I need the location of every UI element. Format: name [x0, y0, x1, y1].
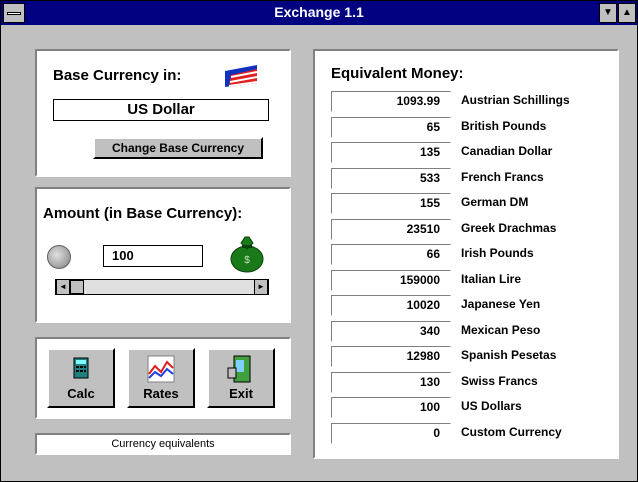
- scroll-thumb[interactable]: [70, 280, 84, 294]
- rates-button-label: Rates: [143, 386, 179, 401]
- currency-row: 130 Swiss Francs: [331, 371, 611, 394]
- calc-button-label: Calc: [67, 386, 95, 401]
- currency-row: 135 Canadian Dollar: [331, 142, 611, 164]
- currency-name: Irish Pounds: [461, 246, 534, 260]
- currency-name: Italian Lire: [461, 271, 522, 286]
- currency-row: 159000 Italian Lire: [331, 269, 611, 292]
- currency-value: 135: [331, 142, 451, 163]
- coin-icon: [47, 245, 71, 269]
- currency-row: 23510 Greek Drachmas: [331, 218, 611, 241]
- calc-button[interactable]: Calc: [47, 348, 115, 408]
- currency-name: Austrian Schillings: [461, 93, 570, 107]
- currency-row: 100 US Dollars: [331, 397, 611, 419]
- currency-name: US Dollars: [461, 399, 522, 413]
- currency-name: Mexican Peso: [461, 322, 541, 337]
- currency-value: 65: [331, 116, 451, 138]
- scroll-right-button[interactable]: ►: [254, 280, 268, 294]
- currency-value: 130: [331, 371, 451, 393]
- currency-value: 159000: [331, 269, 451, 291]
- exit-door-icon: [227, 355, 251, 383]
- currency-row: 0 Custom Currency: [331, 422, 611, 445]
- currency-row: 1093.99 Austrian Schillings: [331, 91, 611, 113]
- base-currency-label: Base Currency in:: [53, 67, 182, 84]
- currency-name: Greek Drachmas: [461, 220, 557, 235]
- base-currency-field: US Dollar: [53, 99, 269, 121]
- amount-input[interactable]: 100: [103, 245, 203, 267]
- equivalent-money-label: Equivalent Money:: [331, 65, 464, 82]
- currency-name: German DM: [461, 195, 529, 209]
- window-title: Exchange 1.1: [274, 4, 364, 20]
- currency-value: 23510: [331, 218, 451, 240]
- calculator-icon: [73, 357, 89, 379]
- currency-row: 65 British Pounds: [331, 116, 611, 139]
- change-base-currency-button[interactable]: Change Base Currency: [93, 137, 263, 159]
- status-bar: Currency equivalents: [35, 433, 291, 455]
- title-bar[interactable]: Exchange 1.1 ▼ ▲: [1, 1, 637, 25]
- currency-value: 533: [331, 167, 451, 189]
- currency-row: 340 Mexican Peso: [331, 320, 611, 343]
- currency-value: 10020: [331, 295, 451, 316]
- minimize-button[interactable]: ▼: [599, 3, 617, 23]
- amount-label: Amount (in Base Currency):: [43, 205, 243, 222]
- currency-value: 340: [331, 320, 451, 342]
- currency-row: 12980 Spanish Pesetas: [331, 346, 611, 368]
- amount-scrollbar[interactable]: ◄ ►: [55, 279, 269, 295]
- currency-row: 66 Irish Pounds: [331, 244, 611, 266]
- maximize-button[interactable]: ▲: [618, 3, 636, 23]
- chart-icon: [147, 355, 175, 383]
- exit-button-label: Exit: [229, 386, 253, 401]
- currency-row: 10020 Japanese Yen: [331, 295, 611, 317]
- currency-value: 1093.99: [331, 91, 451, 112]
- currency-name: French Francs: [461, 169, 544, 184]
- currency-value: 0: [331, 422, 451, 444]
- app-window: Exchange 1.1 ▼ ▲ Base Currency in: US Do…: [0, 0, 638, 482]
- money-bag-icon: $: [230, 236, 264, 273]
- currency-value: 100: [331, 397, 451, 418]
- currency-value: 155: [331, 193, 451, 214]
- currency-row: 533 French Francs: [331, 167, 611, 190]
- currency-name: Swiss Francs: [461, 373, 538, 388]
- us-flag-icon: [225, 65, 258, 87]
- currency-name: Spanish Pesetas: [461, 348, 557, 362]
- exit-button[interactable]: Exit: [207, 348, 275, 408]
- currency-name: British Pounds: [461, 118, 547, 133]
- svg-text:$: $: [244, 255, 250, 266]
- currency-value: 12980: [331, 346, 451, 367]
- scroll-left-button[interactable]: ◄: [56, 280, 70, 294]
- currency-value: 66: [331, 244, 451, 265]
- currency-row: 155 German DM: [331, 193, 611, 215]
- currency-name: Custom Currency: [461, 424, 562, 439]
- currency-name: Japanese Yen: [461, 297, 541, 311]
- currency-name: Canadian Dollar: [461, 144, 553, 158]
- base-currency-panel: Base Currency in: US Dollar Change Base …: [35, 49, 291, 177]
- rates-button[interactable]: Rates: [127, 348, 195, 408]
